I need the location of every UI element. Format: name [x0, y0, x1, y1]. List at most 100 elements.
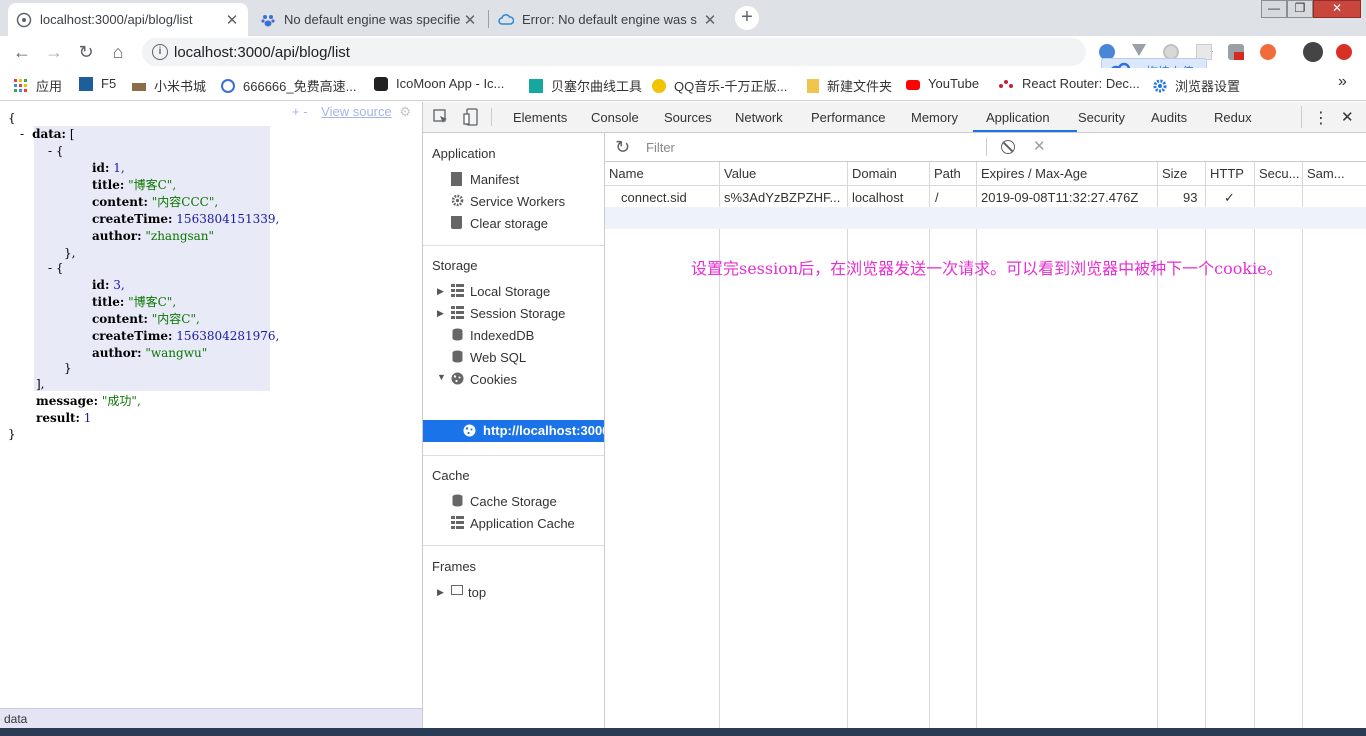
delete-selected-icon[interactable]: ✕: [1033, 137, 1046, 155]
refresh-icon[interactable]: ↻: [615, 137, 630, 158]
sidebar-item-application-cache[interactable]: Application Cache: [470, 516, 575, 531]
json-line-title: title: "博客C",: [92, 295, 177, 309]
cell-http: ✓: [1224, 190, 1235, 205]
sidebar-item-session-storage[interactable]: Session Storage: [470, 306, 565, 321]
sidebar-divider: [423, 245, 604, 246]
sidebar-item-service-workers[interactable]: Service Workers: [470, 194, 565, 209]
sidebar-item-indexeddb[interactable]: IndexedDB: [470, 328, 534, 343]
grid-icon: [451, 516, 464, 529]
bookmark-qq-music[interactable]: QQ音乐-千万正版...: [652, 76, 787, 95]
maximize-button[interactable]: ❐: [1287, 0, 1313, 18]
column-name[interactable]: Name: [609, 166, 644, 181]
tab-sources[interactable]: Sources: [664, 110, 712, 125]
tab-console[interactable]: Console: [591, 110, 639, 125]
bookmark-icomoon[interactable]: IcoMoon App - Ic...: [374, 76, 504, 91]
address-bar[interactable]: i localhost:3000/api/blog/list ☆: [142, 38, 1214, 66]
bookmark-label: 应用: [36, 79, 63, 94]
tab-close-icon[interactable]: ✕: [702, 11, 718, 29]
bookmark-f5[interactable]: F5: [79, 76, 116, 91]
collapse-arrow-icon[interactable]: ▼: [437, 372, 446, 382]
new-tab-button[interactable]: +: [735, 6, 759, 30]
sidebar-item-top-frame[interactable]: top: [468, 585, 486, 600]
tab-elements[interactable]: Elements: [513, 110, 567, 125]
tab-memory[interactable]: Memory: [911, 110, 958, 125]
json-bracket: [: [69, 127, 75, 141]
column-size[interactable]: Size: [1162, 166, 1187, 181]
bookmark-bezier[interactable]: 贝塞尔曲线工具: [529, 76, 642, 95]
update-icon[interactable]: [1336, 44, 1352, 60]
screenshot-extension-icon[interactable]: [1228, 44, 1244, 60]
column-secure[interactable]: Secu...: [1259, 166, 1299, 181]
info-icon[interactable]: i: [152, 44, 168, 60]
avatar[interactable]: [1303, 42, 1323, 62]
home-button[interactable]: ⌂: [106, 40, 130, 64]
column-samesite[interactable]: Sam...: [1307, 166, 1345, 181]
tab-redux[interactable]: Redux: [1214, 110, 1252, 125]
filter-input[interactable]: Filter: [638, 137, 978, 157]
column-path[interactable]: Path: [934, 166, 961, 181]
json-item-open[interactable]: - {: [48, 143, 64, 160]
bookmark-baidu-cloud[interactable]: 666666_免费高速...: [221, 76, 356, 95]
column-expires[interactable]: Expires / Max-Age: [981, 166, 1087, 181]
tab-close-icon[interactable]: ✕: [462, 11, 478, 29]
postman-extension-icon[interactable]: [1260, 44, 1276, 60]
table-row[interactable]: connect.sid s%3AdYzBZPZHF... localhost /…: [605, 185, 1366, 207]
sidebar-item-cookie-origin[interactable]: http://localhost:3000: [423, 420, 604, 442]
tab-network[interactable]: Network: [735, 110, 783, 125]
devtools-menu-icon[interactable]: ⋮: [1313, 108, 1329, 128]
json-tools[interactable]: + -: [292, 104, 308, 119]
tab-application[interactable]: Application: [986, 110, 1050, 125]
sidebar-item-local-storage[interactable]: Local Storage: [470, 284, 550, 299]
json-viewer: + - View source ⚙ { - data: [ - { id: 1, …: [0, 102, 422, 736]
bookmark-apps[interactable]: 应用: [14, 76, 62, 95]
column-divider: [847, 162, 848, 728]
tab-error-no-default-engine[interactable]: Error: No default engine was s ✕: [490, 3, 726, 36]
tab-performance[interactable]: Performance: [811, 110, 885, 125]
sidebar-item-cookies[interactable]: Cookies: [470, 372, 517, 387]
column-value[interactable]: Value: [724, 166, 756, 181]
bookmark-xiaomi-books[interactable]: 小米书城: [132, 76, 206, 95]
tab-no-default-engine[interactable]: No default engine was specifie ✕: [252, 3, 486, 36]
tab-audits[interactable]: Audits: [1151, 110, 1187, 125]
react-router-icon: [998, 77, 1014, 91]
devtools-close-icon[interactable]: ✕: [1341, 108, 1354, 126]
bookmarks-overflow-button[interactable]: »: [1338, 73, 1347, 91]
view-source-bar: + - View source ⚙: [292, 104, 411, 120]
sidebar-item-cache-storage[interactable]: Cache Storage: [470, 494, 557, 509]
filter-extension-icon[interactable]: [1132, 44, 1146, 56]
gear-icon[interactable]: ⚙: [399, 104, 411, 119]
clear-all-icon[interactable]: [1001, 140, 1015, 154]
forward-button[interactable]: →: [42, 40, 66, 64]
back-button[interactable]: ←: [10, 40, 34, 64]
json-line-id: id: 3,: [92, 278, 125, 292]
bookmark-youtube[interactable]: YouTube: [906, 76, 979, 91]
column-http[interactable]: HTTP: [1210, 166, 1244, 181]
device-toolbar-icon[interactable]: [463, 108, 479, 126]
bookmark-react-router[interactable]: React Router: Dec...: [998, 76, 1140, 91]
collapse-toggle[interactable]: -: [20, 127, 24, 141]
reload-button[interactable]: ↻: [74, 40, 98, 64]
globe-icon: [16, 12, 32, 28]
toolbar-divider: [986, 138, 987, 156]
url-text[interactable]: localhost:3000/api/blog/list: [174, 44, 350, 61]
minimize-button[interactable]: —: [1261, 0, 1287, 18]
column-divider: [1302, 162, 1303, 728]
expand-arrow-icon[interactable]: ▶: [437, 587, 444, 598]
sidebar-item-web-sql[interactable]: Web SQL: [470, 350, 526, 365]
view-source-link[interactable]: View source: [321, 104, 392, 119]
cell-value: s%3AdYzBZPZHF...: [724, 190, 841, 205]
bookmark-new-folder[interactable]: 新建文件夹: [807, 76, 892, 95]
bookmark-browser-settings[interactable]: 浏览器设置: [1153, 76, 1240, 95]
expand-arrow-icon[interactable]: ▶: [437, 286, 444, 297]
sidebar-item-clear-storage[interactable]: Clear storage: [470, 216, 548, 231]
tab-close-icon[interactable]: ✕: [224, 11, 240, 29]
inspect-element-icon[interactable]: [433, 109, 449, 125]
tab-localhost[interactable]: localhost:3000/api/blog/list ✕: [8, 3, 248, 36]
sidebar-item-manifest[interactable]: Manifest: [470, 172, 519, 187]
column-domain[interactable]: Domain: [852, 166, 897, 181]
tab-security[interactable]: Security: [1078, 110, 1125, 125]
json-line-author: author: "zhangsan": [92, 229, 215, 243]
window-close-button[interactable]: ✕: [1313, 0, 1361, 18]
json-item-open[interactable]: - {: [48, 260, 64, 277]
expand-arrow-icon[interactable]: ▶: [437, 308, 444, 319]
